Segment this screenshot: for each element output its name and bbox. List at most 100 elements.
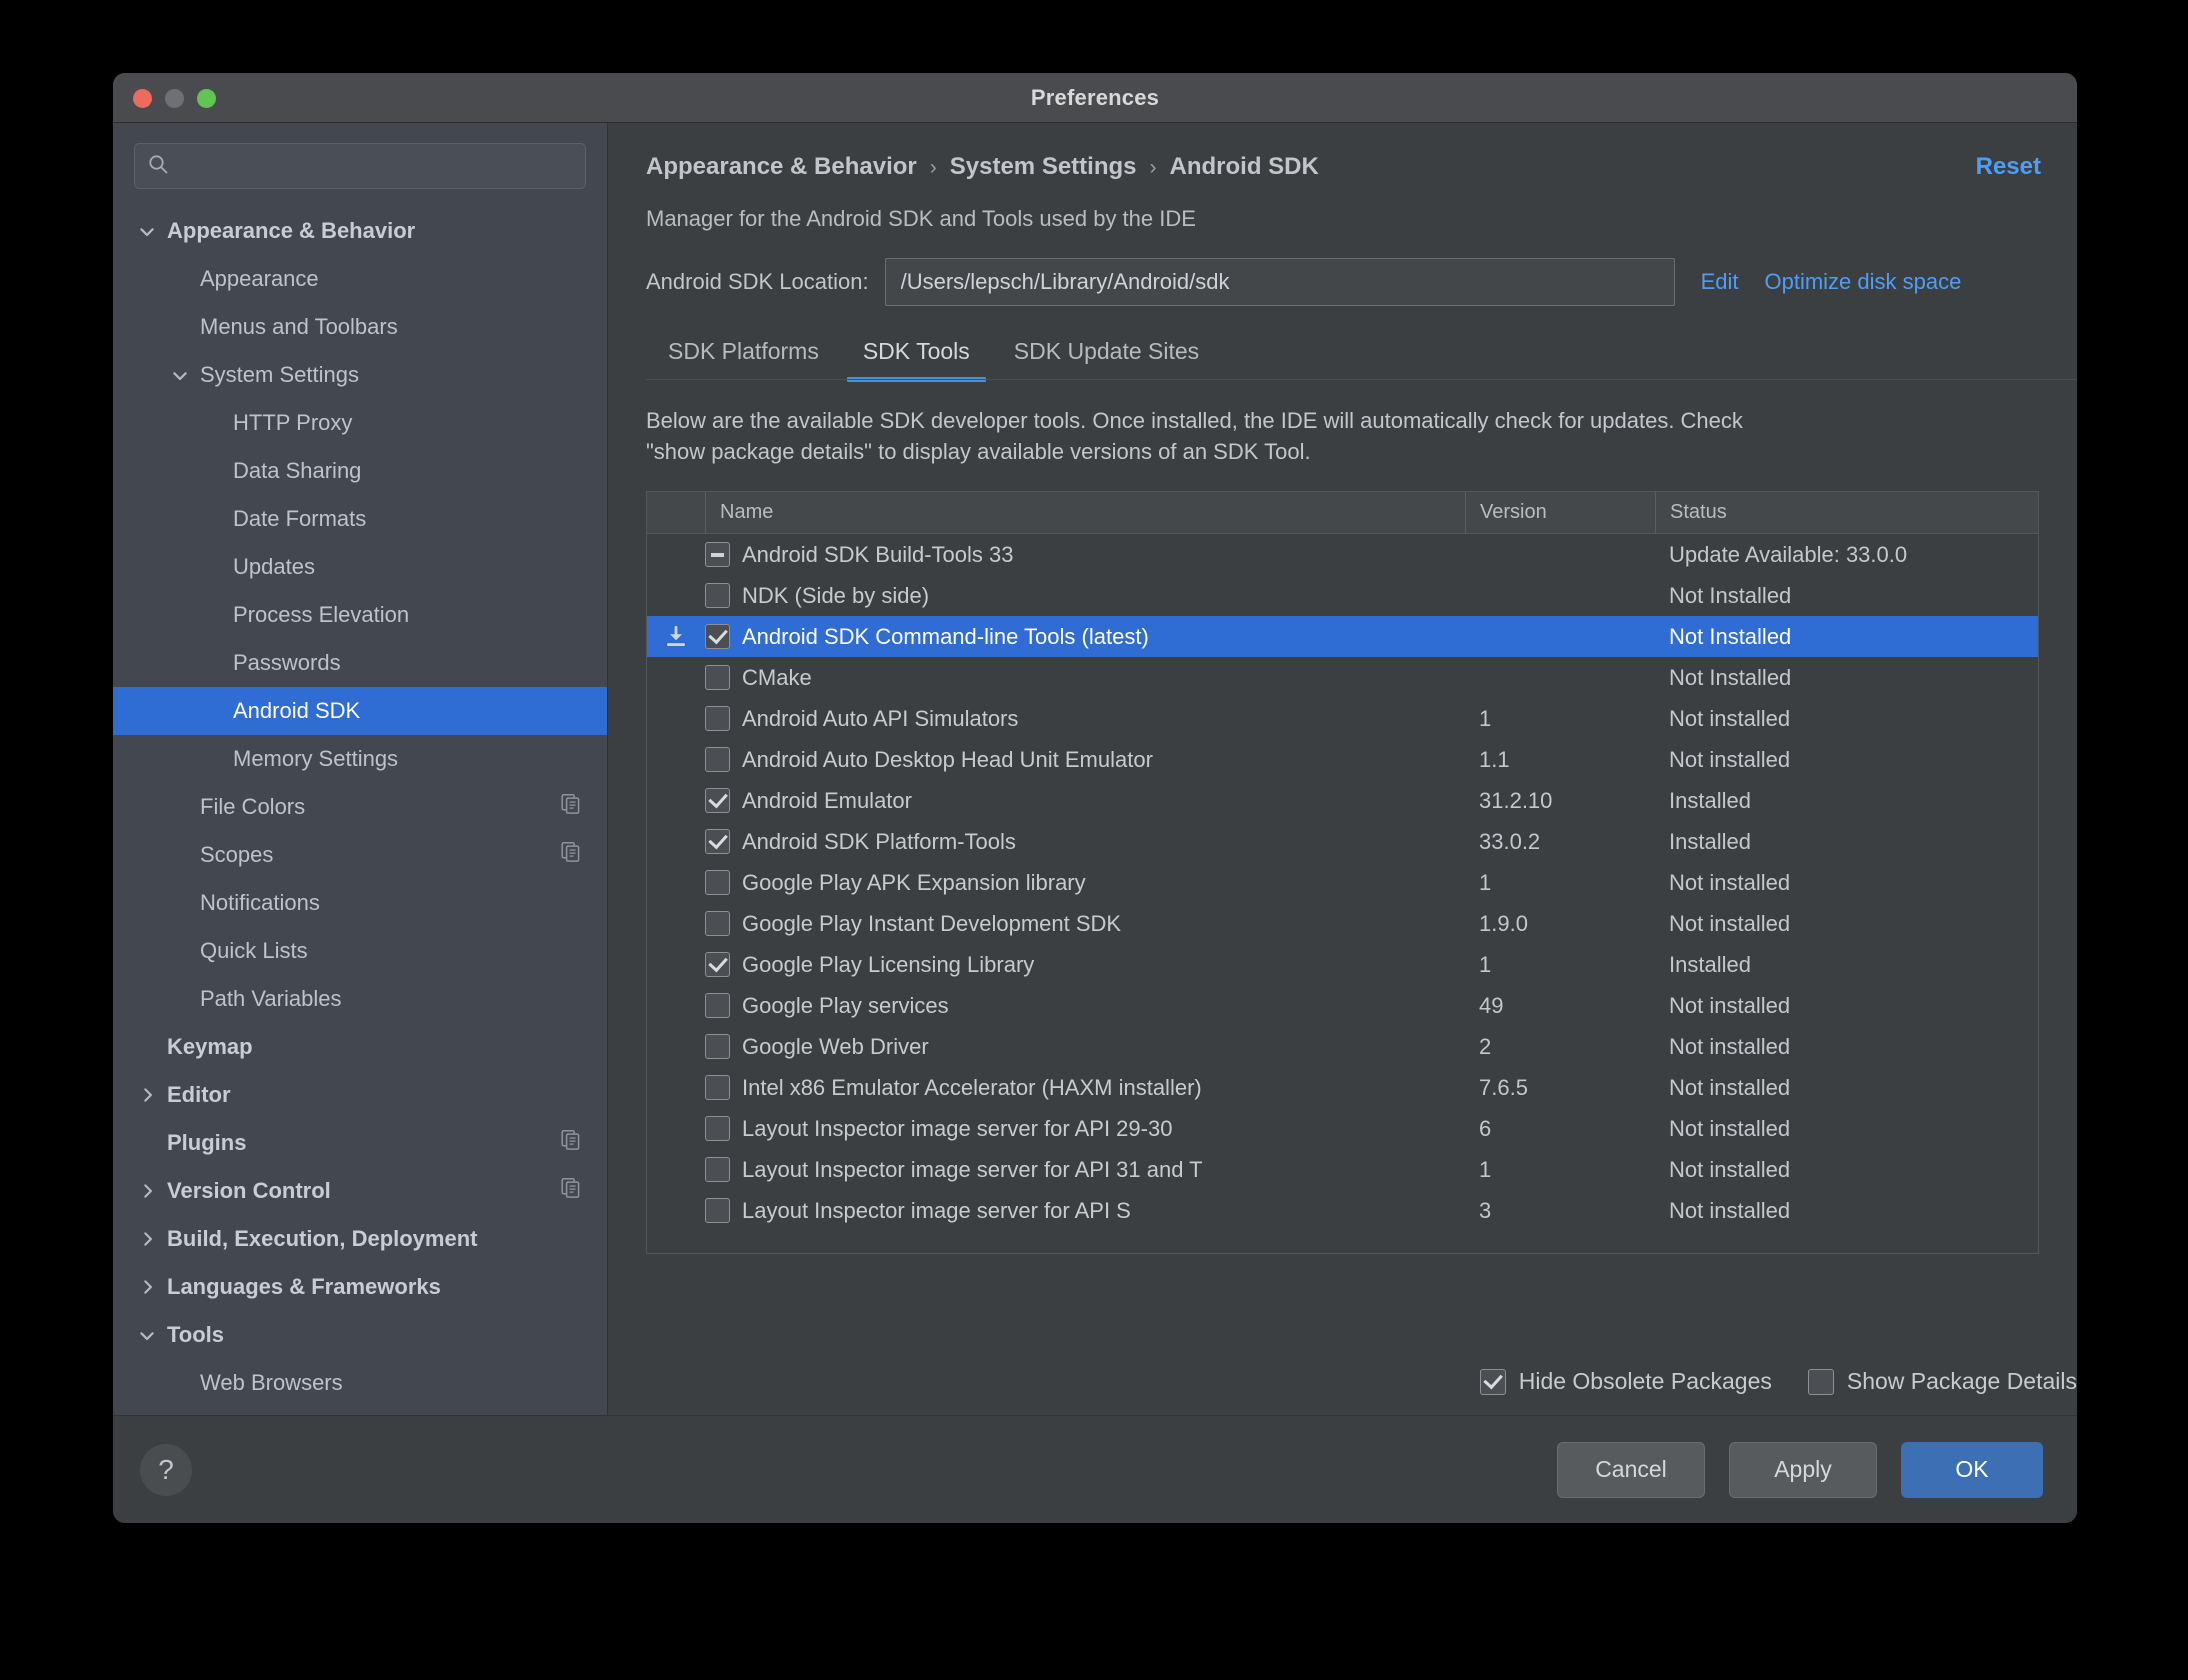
table-row[interactable]: Google Play Licensing Library 1 Installed <box>647 944 2038 985</box>
chevron-down-icon[interactable] <box>136 1324 158 1346</box>
optimize-disk-space-link[interactable]: Optimize disk space <box>1765 269 1962 295</box>
table-row[interactable]: Android Auto API Simulators 1 Not installe… <box>647 698 2038 739</box>
package-checkbox[interactable] <box>705 1116 730 1142</box>
table-row[interactable]: Layout Inspector image server for API 29… <box>647 1108 2038 1149</box>
sidebar-item-label: Data Sharing <box>233 458 362 483</box>
sidebar-item-appearance-behavior[interactable]: Appearance & Behavior <box>113 207 607 255</box>
table-row[interactable]: Google Play APK Expansion library 1 Not in… <box>647 862 2038 903</box>
copy-settings-icon[interactable] <box>561 1129 581 1157</box>
search-input[interactable] <box>177 154 573 178</box>
sidebar-item-notifications[interactable]: Notifications <box>113 879 607 927</box>
table-row[interactable]: Android Auto Desktop Head Unit Emulator 1… <box>647 739 2038 780</box>
table-header-status[interactable]: Status <box>1655 492 2038 534</box>
sidebar-item-process-elevation[interactable]: Process Elevation <box>113 591 607 639</box>
tab-sdk-platforms[interactable]: SDK Platforms <box>646 338 841 379</box>
sidebar-item-menus-and-toolbars[interactable]: Menus and Toolbars <box>113 303 607 351</box>
table-row[interactable]: NDK (Side by side) Not Installed <box>647 575 2038 616</box>
sidebar-item-build-execution-deployment[interactable]: Build, Execution, Deployment <box>113 1215 607 1263</box>
sidebar-item-label: Keymap <box>167 1034 253 1059</box>
edit-link[interactable]: Edit <box>1701 269 1739 295</box>
tab-sdk-tools[interactable]: SDK Tools <box>841 338 992 382</box>
sidebar-item-keymap[interactable]: Keymap <box>113 1023 607 1071</box>
package-checkbox[interactable] <box>705 829 730 855</box>
reset-link[interactable]: Reset <box>1976 153 2077 181</box>
chevron-right-icon[interactable] <box>136 1276 158 1298</box>
ok-button[interactable]: OK <box>1901 1441 2043 1498</box>
package-checkbox[interactable] <box>705 665 730 691</box>
table-row[interactable]: Layout Inspector image server for API S 3… <box>647 1190 2038 1231</box>
sidebar-item-updates[interactable]: Updates <box>113 543 607 591</box>
window-titlebar: Preferences <box>113 73 2077 123</box>
sidebar-item-path-variables[interactable]: Path Variables <box>113 975 607 1023</box>
package-checkbox[interactable] <box>705 1157 730 1183</box>
help-button[interactable]: ? <box>140 1443 192 1496</box>
table-row[interactable]: Intel x86 Emulator Accelerator (HAXM ins… <box>647 1067 2038 1108</box>
option-hide-obsolete-packages[interactable]: Hide Obsolete Packages <box>1479 1368 1772 1395</box>
package-checkbox[interactable] <box>705 952 730 978</box>
package-checkbox[interactable] <box>705 747 730 773</box>
sidebar-item-editor[interactable]: Editor <box>113 1071 607 1119</box>
package-checkbox[interactable] <box>705 870 730 896</box>
sidebar-item-version-control[interactable]: Version Control <box>113 1167 607 1215</box>
sidebar-item-external-tools[interactable]: External Tools <box>113 1407 607 1415</box>
download-icon[interactable] <box>647 616 705 657</box>
sdk-location-field[interactable] <box>884 258 1675 306</box>
package-checkbox[interactable] <box>705 911 730 937</box>
sidebar-item-tools[interactable]: Tools <box>113 1311 607 1359</box>
table-row[interactable]: Android SDK Build-Tools 33 Update Availab… <box>647 534 2038 575</box>
sidebar-item-appearance[interactable]: Appearance <box>113 255 607 303</box>
sidebar-item-memory-settings[interactable]: Memory Settings <box>113 735 607 783</box>
breadcrumb-item-system-settings[interactable]: System Settings <box>950 153 1137 181</box>
sidebar-item-plugins[interactable]: Plugins <box>113 1119 607 1167</box>
sidebar-item-file-colors[interactable]: File Colors <box>113 783 607 831</box>
package-checkbox[interactable] <box>705 788 730 814</box>
search-box[interactable] <box>134 143 586 189</box>
package-checkbox[interactable] <box>705 993 730 1019</box>
row-gutter <box>647 985 705 1026</box>
option-checkbox[interactable] <box>1479 1368 1506 1395</box>
sidebar-item-date-formats[interactable]: Date Formats <box>113 495 607 543</box>
sidebar-item-passwords[interactable]: Passwords <box>113 639 607 687</box>
sidebar-item-system-settings[interactable]: System Settings <box>113 351 607 399</box>
copy-settings-icon[interactable] <box>561 841 581 869</box>
table-row[interactable]: Google Web Driver 2 Not installed <box>647 1026 2038 1067</box>
sdk-location-input[interactable] <box>898 268 1661 296</box>
chevron-right-icon[interactable] <box>136 1084 158 1106</box>
sidebar-item-quick-lists[interactable]: Quick Lists <box>113 927 607 975</box>
table-row[interactable]: CMake Not Installed <box>647 657 2038 698</box>
sidebar-item-android-sdk[interactable]: Android SDK <box>113 687 607 735</box>
tab-sdk-update-sites[interactable]: SDK Update Sites <box>992 338 1221 379</box>
table-row[interactable]: Google Play services 49 Not installed <box>647 985 2038 1026</box>
package-checkbox[interactable] <box>705 1034 730 1060</box>
package-checkbox[interactable] <box>705 1198 730 1224</box>
package-checkbox[interactable] <box>705 583 730 609</box>
table-row[interactable]: Layout Inspector image server for API 31… <box>647 1149 2038 1190</box>
package-checkbox[interactable] <box>705 624 730 650</box>
apply-button[interactable]: Apply <box>1729 1441 1877 1498</box>
sidebar-item-http-proxy[interactable]: HTTP Proxy <box>113 399 607 447</box>
chevron-right-icon[interactable] <box>136 1180 158 1202</box>
cancel-button[interactable]: Cancel <box>1557 1441 1705 1498</box>
chevron-down-icon[interactable] <box>136 220 158 242</box>
copy-settings-icon[interactable] <box>561 793 581 821</box>
package-checkbox[interactable] <box>705 542 730 568</box>
option-show-package-details[interactable]: Show Package Details <box>1807 1368 2077 1395</box>
sidebar-item-web-browsers[interactable]: Web Browsers <box>113 1359 607 1407</box>
chevron-down-icon[interactable] <box>169 364 191 386</box>
sidebar-item-languages-frameworks[interactable]: Languages & Frameworks <box>113 1263 607 1311</box>
breadcrumb-item-appearance-behavior[interactable]: Appearance & Behavior <box>646 153 917 181</box>
package-checkbox[interactable] <box>705 706 730 732</box>
copy-settings-icon[interactable] <box>561 1177 581 1205</box>
table-header-name[interactable]: Name <box>705 492 1465 534</box>
table-row[interactable]: Android SDK Platform-Tools 33.0.2 Installe… <box>647 821 2038 862</box>
table-row[interactable]: Android Emulator 31.2.10 Installed <box>647 780 2038 821</box>
breadcrumb-item-android-sdk[interactable]: Android SDK <box>1170 153 1319 181</box>
chevron-right-icon[interactable] <box>136 1228 158 1250</box>
option-checkbox[interactable] <box>1807 1368 1834 1395</box>
table-header-version[interactable]: Version <box>1465 492 1655 534</box>
sidebar-item-data-sharing[interactable]: Data Sharing <box>113 447 607 495</box>
sidebar-item-scopes[interactable]: Scopes <box>113 831 607 879</box>
package-checkbox[interactable] <box>705 1075 730 1101</box>
table-row[interactable]: Android SDK Command-line Tools (latest) N… <box>647 616 2038 658</box>
table-row[interactable]: Google Play Instant Development SDK 1.9.0… <box>647 903 2038 944</box>
